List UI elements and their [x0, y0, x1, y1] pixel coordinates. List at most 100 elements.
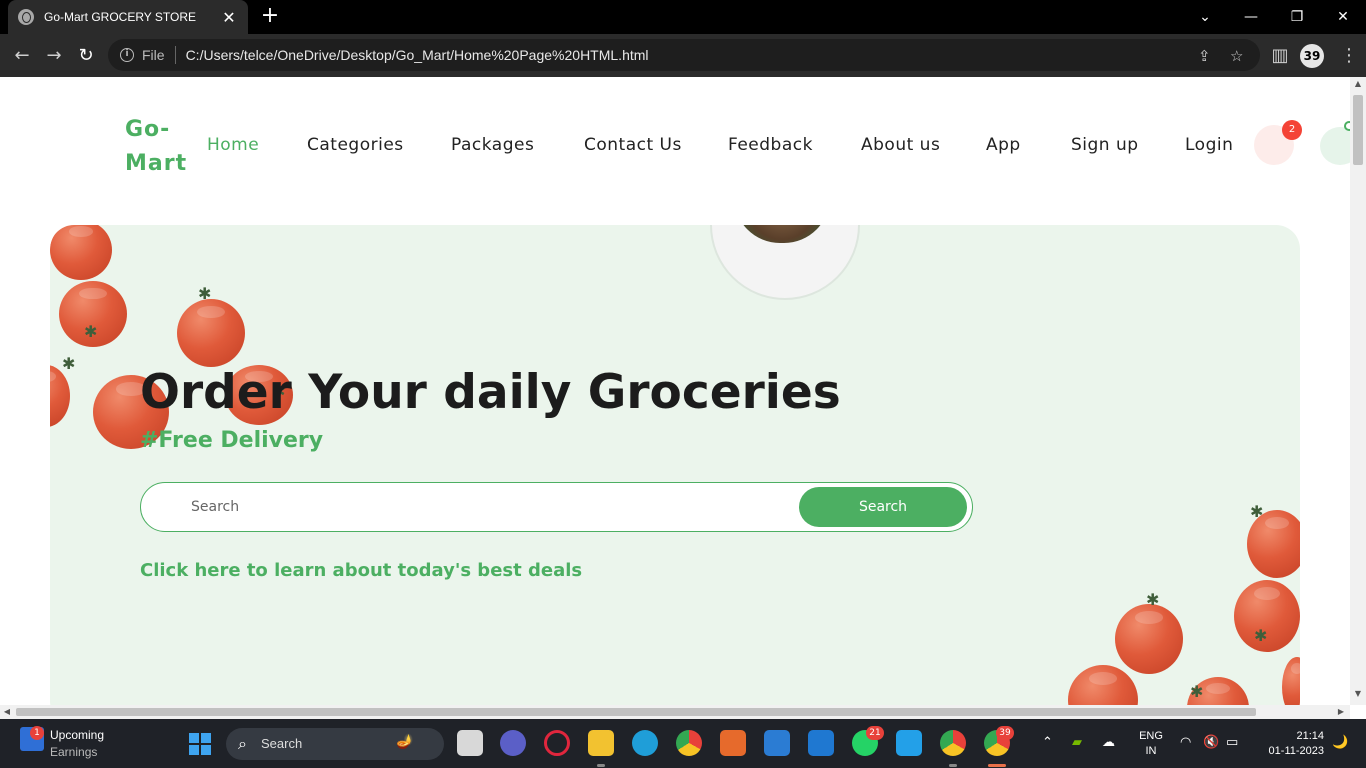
notifications-icon[interactable]: 🌙	[1332, 735, 1348, 750]
browser-tab-bar: Go-Mart GROCERY STORE ✕ + ⌄ — ❐ ✕	[0, 0, 1366, 34]
start-icon[interactable]	[189, 733, 211, 755]
close-window-button[interactable]: ✕	[1320, 0, 1366, 34]
hero-section: ✱ ✱ ✱ ✱ ✱ ✱ ✱ ✱ Order Your daily Groceri…	[50, 225, 1300, 705]
globe-icon	[18, 9, 34, 25]
widget-title[interactable]: Upcoming	[50, 728, 104, 742]
nav-categories[interactable]: Categories	[307, 135, 404, 155]
user-icon[interactable]	[1320, 127, 1350, 165]
widget-subtitle[interactable]: Earnings	[50, 745, 97, 759]
url-text[interactable]: C:/Users/telce/OneDrive/Desktop/Go_Mart/…	[186, 47, 649, 63]
nav-login[interactable]: Login	[1185, 135, 1233, 155]
battery-icon[interactable]: ▭	[1226, 735, 1238, 750]
horizontal-scrollbar[interactable]: ◀ ▶	[0, 705, 1350, 719]
hero-title: Order Your daily Groceries	[140, 365, 841, 420]
site-logo[interactable]: Go- Mart	[125, 113, 195, 181]
taskbar-search[interactable]: ⌕ Search 🪔	[226, 728, 444, 760]
time: 21:14	[1296, 730, 1324, 742]
tray-overflow-icon[interactable]: ⌃	[1042, 735, 1053, 750]
restore-button[interactable]: ❐	[1274, 0, 1320, 34]
side-panel-icon[interactable]: ▥	[1268, 44, 1292, 68]
windows-taskbar: 1 Upcoming Earnings ⌕ Search 🪔 21 39 ⌃ ▰…	[0, 719, 1366, 768]
date: 01-11-2023	[1268, 745, 1324, 757]
omnibox[interactable]: i File C:/Users/telce/OneDrive/Desktop/G…	[108, 39, 1260, 71]
task-view-icon[interactable]	[457, 730, 483, 756]
nav-contact-us[interactable]: Contact Us	[584, 135, 682, 155]
logo-line2: Mart	[125, 151, 188, 176]
page-viewport: Go- Mart Home Categories Packages Contac…	[0, 77, 1350, 705]
store-icon[interactable]	[808, 730, 834, 756]
file-label: File	[142, 47, 165, 63]
chrome-badge: 39	[996, 726, 1014, 740]
scroll-up-icon[interactable]: ▲	[1350, 77, 1366, 91]
tomato-image	[1068, 665, 1138, 705]
wifi-icon[interactable]: ◠	[1180, 735, 1191, 750]
share-icon[interactable]: ⇪	[1198, 47, 1211, 65]
edge-icon[interactable]	[632, 730, 658, 756]
omnibox-divider	[174, 46, 176, 64]
profile-avatar[interactable]: 39	[1300, 44, 1324, 68]
tomato-stem: ✱	[1190, 682, 1204, 701]
active-indicator	[988, 764, 1006, 767]
nav-home[interactable]: Home	[207, 135, 259, 155]
chrome-profile-icon[interactable]	[940, 730, 966, 756]
mail-icon[interactable]	[764, 730, 790, 756]
cart-count-badge: 2	[1282, 120, 1302, 140]
search-icon: ⌕	[238, 734, 247, 753]
salad-plate-image	[710, 225, 860, 300]
chrome-icon[interactable]	[676, 730, 702, 756]
best-deals-link[interactable]: Click here to learn about today's best d…	[140, 560, 582, 581]
tab-search-icon[interactable]: ⌄	[1182, 0, 1228, 34]
tomato-stem: ✱	[1146, 590, 1160, 609]
running-indicator	[597, 764, 605, 767]
browser-tab[interactable]: Go-Mart GROCERY STORE ✕	[8, 0, 248, 34]
reload-icon[interactable]: ↻	[74, 44, 98, 68]
search-button[interactable]: Search	[799, 487, 967, 527]
tomato-stem: ✱	[84, 322, 98, 341]
horizontal-scroll-thumb[interactable]	[16, 708, 1256, 716]
vertical-scroll-thumb[interactable]	[1353, 95, 1363, 165]
scroll-right-icon[interactable]: ▶	[1334, 705, 1348, 719]
new-tab-button[interactable]: +	[258, 4, 282, 28]
nav-about-us[interactable]: About us	[861, 135, 940, 155]
back-icon[interactable]: ←	[10, 44, 34, 68]
plate-food	[734, 225, 830, 243]
search-input[interactable]	[191, 495, 791, 519]
hero-subtitle: #Free Delivery	[140, 428, 324, 453]
bookmark-star-icon[interactable]: ☆	[1230, 47, 1243, 65]
vscode-icon[interactable]	[896, 730, 922, 756]
tab-title: Go-Mart GROCERY STORE	[44, 10, 197, 24]
nav-feedback[interactable]: Feedback	[728, 135, 813, 155]
language-indicator[interactable]: ENG IN	[1138, 729, 1164, 759]
logo-line1: Go-	[125, 117, 171, 142]
nav-app[interactable]: App	[986, 135, 1021, 155]
tomato-image	[50, 225, 112, 280]
nav-packages[interactable]: Packages	[451, 135, 534, 155]
menu-dots-icon[interactable]: ⋮	[1340, 44, 1358, 68]
minimize-button[interactable]: —	[1228, 0, 1274, 34]
volume-muted-icon[interactable]: 🔇	[1203, 735, 1219, 750]
tomato-image	[1115, 604, 1183, 674]
clock[interactable]: 21:14 01-11-2023	[1256, 729, 1324, 759]
scroll-down-icon[interactable]: ▼	[1350, 687, 1366, 701]
video-call-icon[interactable]	[500, 730, 526, 756]
tomato-stem: ✱	[62, 354, 76, 373]
tomato-stem: ✱	[1250, 502, 1264, 521]
lang-code: ENG	[1139, 730, 1163, 742]
vertical-scrollbar[interactable]: ▲ ▼	[1350, 77, 1366, 705]
file-explorer-icon[interactable]	[588, 730, 614, 756]
widgets-badge: 1	[30, 726, 44, 740]
onedrive-icon[interactable]: ☁	[1102, 735, 1115, 750]
opera-icon[interactable]	[544, 730, 570, 756]
nvidia-icon[interactable]: ▰	[1072, 735, 1082, 750]
tomato-image	[177, 299, 245, 367]
media-player-icon[interactable]	[720, 730, 746, 756]
forward-icon[interactable]: →	[42, 44, 66, 68]
close-tab-icon[interactable]: ✕	[220, 8, 238, 27]
running-indicator	[949, 764, 957, 767]
diya-decoration-icon: 🪔	[396, 734, 414, 750]
scroll-left-icon[interactable]: ◀	[0, 705, 14, 719]
nav-sign-up[interactable]: Sign up	[1071, 135, 1139, 155]
info-icon[interactable]: i	[120, 48, 134, 62]
tomato-image	[50, 365, 70, 427]
lang-region: IN	[1145, 745, 1157, 757]
